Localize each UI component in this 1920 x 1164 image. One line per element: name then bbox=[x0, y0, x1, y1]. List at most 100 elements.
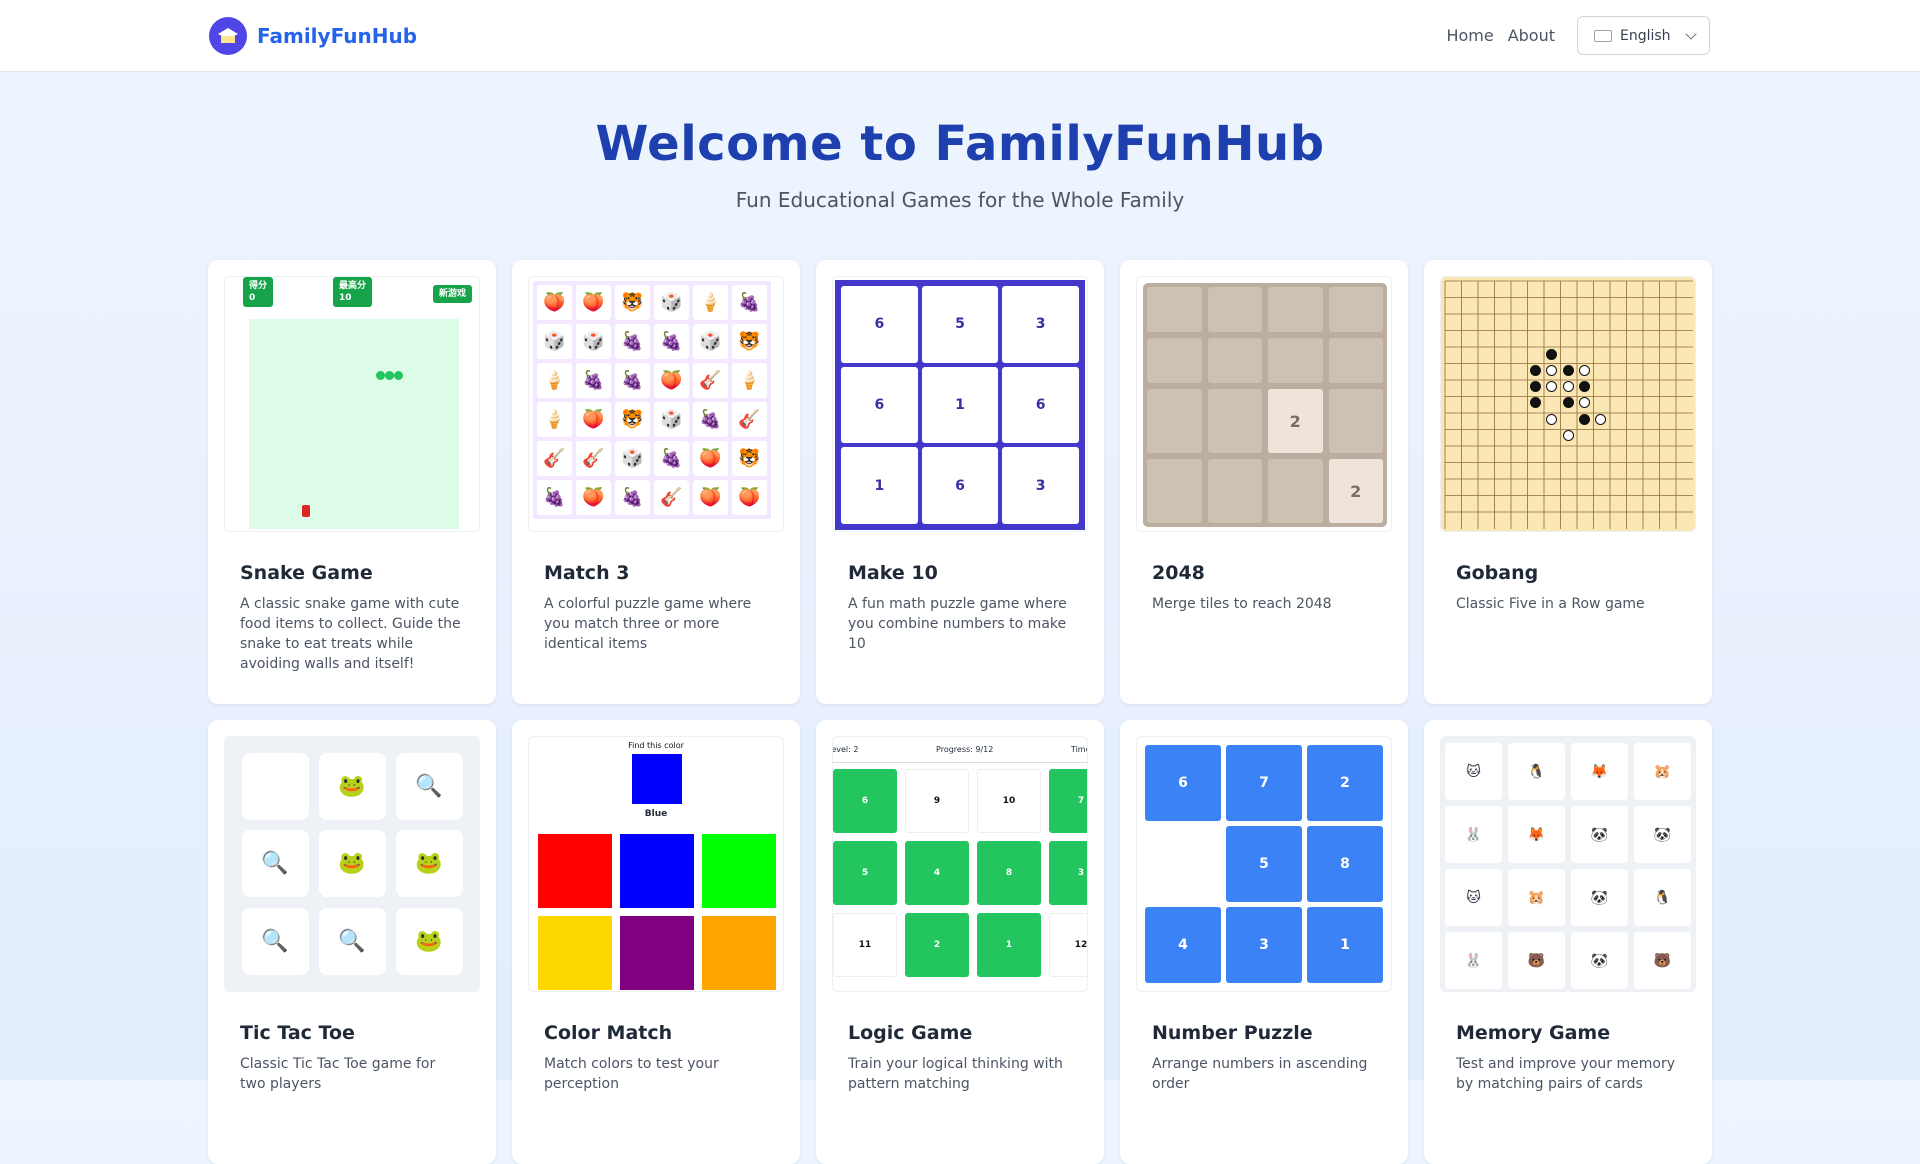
game-card-numberpuzzle[interactable]: 67258 431 Number Puzzle Arrange numbers i… bbox=[1120, 720, 1408, 1164]
g2048-thumbnail: 22 bbox=[1136, 276, 1392, 532]
make10-cell: 3 bbox=[1002, 447, 1079, 524]
snake-score: 0 bbox=[249, 293, 256, 303]
white-stone bbox=[1563, 381, 1574, 392]
game-card-tictactoe[interactable]: 🐸 🔍 🔍 🐸 🐸 🔍 🔍 🐸 Tic Tac Toe Classic Tic Tac Toe… bbox=[208, 720, 496, 1164]
color-option bbox=[702, 834, 776, 908]
g2048-tile bbox=[1268, 459, 1323, 523]
snake-best-chip: 最高分 10 bbox=[333, 277, 373, 307]
match3-tile: 🎲 bbox=[654, 402, 689, 437]
match3-tile: 🎲 bbox=[654, 285, 689, 320]
game-title: Memory Game bbox=[1456, 1022, 1611, 1044]
match3-tile: 🎸 bbox=[576, 441, 611, 476]
memory-card: 🐱 bbox=[1445, 869, 1502, 926]
number-tile: 2 bbox=[1307, 745, 1383, 821]
game-description: Merge tiles to reach 2048 bbox=[1152, 596, 1332, 612]
match3-tile: 🎸 bbox=[732, 402, 767, 437]
game-title: Number Puzzle bbox=[1152, 1022, 1313, 1044]
memory-card: 🐰 bbox=[1445, 932, 1502, 989]
match3-tile: 🍇 bbox=[615, 324, 650, 359]
memory-board: 🐱 🐧 🦊 🐹 🐰 🦊 🐼 🐼 🐱 🐹 🐼 🐧 🐰 🐻 🐼 🐻 bbox=[1441, 737, 1695, 991]
g2048-tile bbox=[1207, 338, 1262, 383]
game-card-gobang[interactable]: Gobang Classic Five in a Row game bbox=[1424, 260, 1712, 704]
snake-best-label: 最高分 bbox=[339, 281, 367, 291]
tictactoe-cell: 🔍 bbox=[395, 753, 463, 820]
snake-head bbox=[394, 371, 403, 380]
black-stone bbox=[1579, 414, 1590, 425]
colormatch-options bbox=[538, 834, 776, 990]
logic-cell: 6 bbox=[833, 769, 897, 833]
game-card-snake[interactable]: 得分 0 最高分 10 新游戏 Snake Game A classic snake… bbox=[208, 260, 496, 704]
memory-card: 🦊 bbox=[1571, 743, 1628, 800]
colormatch-target-swatch bbox=[632, 754, 682, 804]
white-stone bbox=[1579, 365, 1590, 376]
game-title: Snake Game bbox=[240, 562, 373, 584]
logic-cell: 12 bbox=[1049, 913, 1087, 977]
match3-tile: 🐯 bbox=[615, 285, 650, 320]
main-nav: Home About English bbox=[1446, 16, 1710, 55]
brand[interactable]: FamilyFunHub bbox=[209, 16, 417, 55]
match3-tile: 🎸 bbox=[537, 441, 572, 476]
number-tile: 5 bbox=[1226, 826, 1302, 902]
tictactoe-thumbnail: 🐸 🔍 🔍 🐸 🐸 🔍 🔍 🐸 bbox=[224, 736, 480, 992]
logic-cell: 3 bbox=[1049, 841, 1087, 905]
make10-board: 653616163 bbox=[835, 280, 1085, 530]
game-card-memory[interactable]: 🐱 🐧 🦊 🐹 🐰 🦊 🐼 🐼 🐱 🐹 🐼 🐧 🐰 🐻 🐼 🐻 Memory Game Test and im… bbox=[1424, 720, 1712, 1164]
game-card-logic[interactable]: Level: 2 Progress: 9/12 Time: 0s 69107 54… bbox=[816, 720, 1104, 1164]
game-title: 2048 bbox=[1152, 562, 1205, 584]
logic-cell: 7 bbox=[1049, 769, 1087, 833]
game-card-match3[interactable]: 🍑 🍑 🐯 🎲 🍦 🍇 🎲 🎲 🍇 🍇 🎲 🐯 🍦 🍇 🍇 🍑 🎸 🍦 🍦 🍑 🐯 🎲 🍇 🎸 🎸 🎸 🎲 🍇 🍑 🐯 🍇 🍑 🍇 🎸 🍑 🍑 Mat… bbox=[512, 260, 800, 704]
logic-cell: 2 bbox=[905, 913, 969, 977]
white-stone bbox=[1546, 381, 1557, 392]
memory-card: 🐹 bbox=[1508, 869, 1565, 926]
g2048-tile bbox=[1147, 287, 1202, 332]
language-select[interactable]: English bbox=[1577, 16, 1710, 55]
match3-tile: 🍇 bbox=[693, 402, 728, 437]
match3-tile: 🍑 bbox=[693, 441, 728, 476]
memory-card: 🐱 bbox=[1445, 743, 1502, 800]
game-title: Color Match bbox=[544, 1022, 673, 1044]
make10-cell: 6 bbox=[921, 447, 999, 524]
logic-thumbnail: Level: 2 Progress: 9/12 Time: 0s 69107 54… bbox=[832, 736, 1088, 992]
memory-card: 🐼 bbox=[1571, 869, 1628, 926]
match3-tile: 🍇 bbox=[615, 480, 650, 515]
match3-tile: 🎲 bbox=[693, 324, 728, 359]
chevron-down-icon bbox=[1685, 27, 1697, 40]
gobang-board bbox=[1441, 277, 1695, 531]
nav-about-link[interactable]: About bbox=[1508, 26, 1555, 45]
top-navbar: FamilyFunHub Home About English bbox=[0, 0, 1920, 72]
make10-cell: 3 bbox=[1002, 286, 1079, 363]
logic-board: 6 9 10 7 5 4 8 3 11 2 1 12 bbox=[833, 769, 1087, 977]
game-description: Test and improve your memory by matching… bbox=[1456, 1056, 1676, 1092]
tictactoe-cell: 🔍 bbox=[241, 907, 309, 975]
tictactoe-cell: 🐸 bbox=[395, 907, 463, 975]
colormatch-color-name: Blue bbox=[644, 809, 668, 819]
game-description: A fun math puzzle game where you combine… bbox=[848, 596, 1067, 652]
nav-home-link[interactable]: Home bbox=[1446, 26, 1493, 45]
game-card-colormatch[interactable]: Find this color Blue Color Match Match c… bbox=[512, 720, 800, 1164]
snake-score-label: 得分 bbox=[249, 281, 268, 291]
game-description: A classic snake game with cute food item… bbox=[240, 596, 461, 672]
match3-tile: 🍑 bbox=[693, 480, 728, 515]
match3-tile: 🍦 bbox=[732, 363, 767, 398]
match3-tile: 🍇 bbox=[615, 363, 650, 398]
black-stone bbox=[1563, 397, 1574, 408]
match3-tile: 🐯 bbox=[732, 324, 767, 359]
match3-tile: 🎲 bbox=[615, 441, 650, 476]
game-card-make10[interactable]: 653616163 Make 10 A fun math puzzle game… bbox=[816, 260, 1104, 704]
game-title: Logic Game bbox=[848, 1022, 973, 1044]
game-card-2048[interactable]: 22 2048 Merge tiles to reach 2048 bbox=[1120, 260, 1408, 704]
g2048-board: 22 bbox=[1143, 283, 1387, 527]
memory-card: 🐼 bbox=[1571, 806, 1628, 863]
black-stone bbox=[1546, 349, 1557, 360]
make10-cell: 6 bbox=[1002, 366, 1079, 444]
g2048-tile: 2 bbox=[1268, 389, 1323, 453]
g2048-tile: 2 bbox=[1328, 459, 1383, 523]
numberpuzzle-board: 67258 431 bbox=[1145, 745, 1383, 983]
page-subtitle: Fun Educational Games for the Whole Fami… bbox=[735, 188, 1185, 212]
memory-card: 🐧 bbox=[1508, 743, 1565, 800]
logic-cell: 9 bbox=[905, 769, 969, 833]
number-tile: 3 bbox=[1226, 907, 1302, 983]
game-description: A colorful puzzle game where you match t… bbox=[544, 596, 752, 652]
game-description: Classic Tic Tac Toe game for two players bbox=[240, 1056, 436, 1092]
match3-tile: 🍑 bbox=[732, 480, 767, 515]
